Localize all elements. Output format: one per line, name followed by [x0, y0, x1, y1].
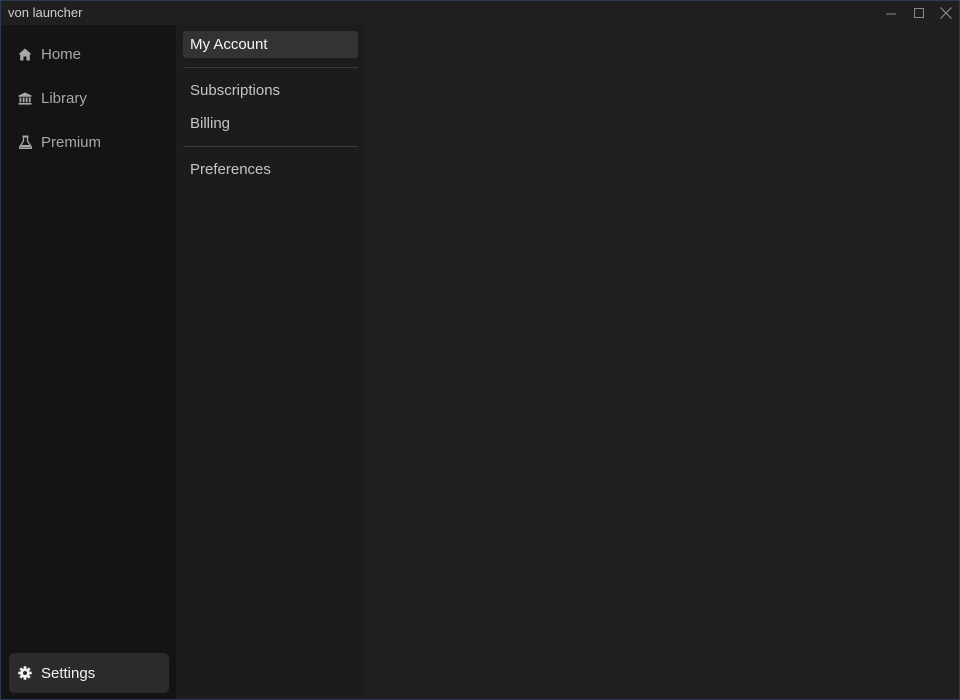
sidebar-item-settings[interactable]: Settings — [9, 653, 169, 693]
sidebar-item-label: Home — [41, 45, 82, 63]
home-icon — [18, 47, 32, 61]
sidebar-item-premium[interactable]: Premium — [9, 123, 169, 161]
close-icon — [940, 7, 952, 19]
app-window: von launcher Home Library Premium Settin… — [0, 0, 960, 700]
content-panel — [364, 25, 959, 699]
settings-menu: My Account Subscriptions Billing Prefere… — [176, 25, 364, 699]
sidebar-item-label: Premium — [41, 133, 102, 151]
maximize-button[interactable] — [905, 1, 933, 25]
flask-icon — [18, 135, 32, 149]
sidebar-item-label: Settings — [41, 664, 96, 682]
library-icon — [18, 91, 32, 105]
settings-item-my-account[interactable]: My Account — [183, 31, 358, 58]
main-sidebar: Home Library Premium Settings — [1, 25, 176, 699]
settings-item-subscriptions[interactable]: Subscriptions — [183, 77, 358, 104]
sidebar-item-library[interactable]: Library — [9, 79, 169, 117]
sidebar-item-label: Library — [41, 89, 87, 107]
settings-item-billing[interactable]: Billing — [183, 110, 358, 137]
divider — [183, 67, 358, 68]
minimize-icon — [885, 13, 896, 14]
minimize-button[interactable] — [877, 1, 905, 25]
maximize-icon — [913, 7, 924, 18]
close-button[interactable] — [932, 1, 959, 25]
divider — [183, 146, 358, 147]
title-bar[interactable]: von launcher — [1, 1, 959, 25]
window-title: von launcher — [8, 5, 83, 20]
settings-item-preferences[interactable]: Preferences — [183, 156, 358, 183]
sidebar-item-home[interactable]: Home — [9, 35, 169, 73]
gear-icon — [18, 666, 32, 680]
